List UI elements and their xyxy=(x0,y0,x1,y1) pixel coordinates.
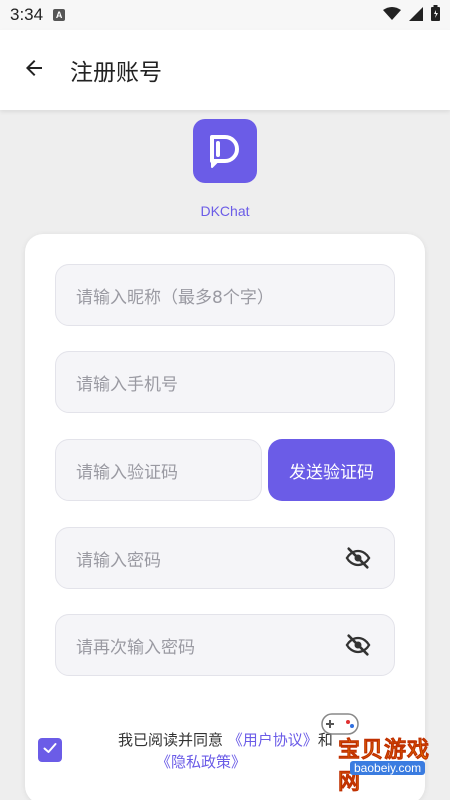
battery-icon xyxy=(431,5,440,25)
chat-bubble-logo-icon xyxy=(203,127,247,175)
signal-icon xyxy=(409,6,423,25)
privacy-policy-link[interactable]: 《隐私政策》 xyxy=(156,753,246,771)
agreement-conjunction: 和 xyxy=(317,731,333,749)
check-icon xyxy=(42,740,58,760)
status-bar: 3:34 A xyxy=(0,0,450,30)
user-agreement-link[interactable]: 《用户协议》 xyxy=(228,731,318,749)
confirm-password-placeholder: 请再次输入密码 xyxy=(76,637,195,658)
agreement-text: 我已阅读并同意 《用户协议》和 《隐私政策》 xyxy=(118,729,408,773)
app-name: DKChat xyxy=(200,203,250,219)
code-input[interactable]: 请输入验证码 xyxy=(55,439,262,501)
page-title: 注册账号 xyxy=(70,60,162,86)
password-input[interactable]: 请输入密码 xyxy=(55,527,395,589)
confirm-password-input[interactable]: 请再次输入密码 xyxy=(55,614,395,676)
back-button[interactable] xyxy=(14,50,54,90)
nickname-input[interactable]: 请输入昵称（最多8个字） xyxy=(55,264,395,326)
notification-icon: A xyxy=(53,9,66,21)
agreement-prefix: 我已阅读并同意 xyxy=(118,731,224,749)
phone-placeholder: 请输入手机号 xyxy=(76,374,178,395)
wifi-icon xyxy=(383,6,401,25)
eye-off-icon[interactable] xyxy=(344,631,372,659)
app-bar: 注册账号 xyxy=(0,30,450,110)
app-logo xyxy=(193,119,257,183)
password-placeholder: 请输入密码 xyxy=(76,550,161,571)
phone-input[interactable]: 请输入手机号 xyxy=(55,351,395,413)
eye-off-icon[interactable] xyxy=(344,544,372,572)
status-icons xyxy=(383,5,440,25)
agreement-checkbox[interactable] xyxy=(38,738,62,762)
code-placeholder: 请输入验证码 xyxy=(76,462,178,483)
nickname-placeholder: 请输入昵称（最多8个字） xyxy=(76,287,274,308)
status-time: 3:34 xyxy=(10,5,44,24)
arrow-left-icon xyxy=(22,56,46,84)
send-code-button[interactable]: 发送验证码 xyxy=(268,439,395,501)
